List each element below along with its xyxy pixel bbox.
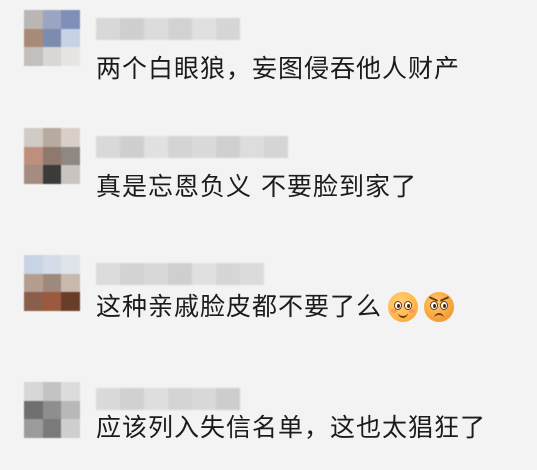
avatar-pixel bbox=[61, 255, 80, 274]
comment-text: 这种亲戚脸皮都不要了么 bbox=[96, 290, 455, 324]
username-blurred[interactable] bbox=[96, 136, 288, 158]
username-pixel bbox=[192, 136, 216, 158]
avatar-pixel bbox=[42, 146, 62, 166]
username-pixel bbox=[120, 263, 144, 285]
avatar-pixel bbox=[61, 128, 80, 147]
avatar-pixel bbox=[61, 292, 80, 311]
avatar-pixel bbox=[42, 128, 62, 147]
avatar-pixel bbox=[24, 419, 43, 438]
username-pixel bbox=[192, 263, 216, 285]
username-blurred[interactable] bbox=[96, 388, 240, 410]
pleading-face-emoji bbox=[388, 292, 419, 322]
username-pixel bbox=[168, 388, 192, 410]
angry-face-emoji bbox=[424, 292, 455, 322]
avatar-pixel bbox=[42, 419, 62, 438]
avatar[interactable] bbox=[24, 255, 80, 311]
avatar-pixel bbox=[24, 255, 43, 274]
username-pixel bbox=[120, 388, 144, 410]
username-pixel bbox=[216, 263, 240, 285]
username-pixel bbox=[96, 388, 120, 410]
username-pixel bbox=[120, 136, 144, 158]
comment-text-content: 这种亲戚脸皮都不要了么 bbox=[96, 292, 383, 321]
avatar-pixel bbox=[42, 255, 62, 274]
username-pixel bbox=[96, 136, 120, 158]
username-pixel bbox=[96, 263, 120, 285]
avatar-pixel bbox=[24, 165, 43, 184]
username-pixel bbox=[216, 136, 240, 158]
avatar-pixel bbox=[61, 400, 80, 420]
username-pixel bbox=[144, 136, 168, 158]
username-blurred[interactable] bbox=[96, 263, 264, 285]
username-pixel bbox=[240, 263, 264, 285]
avatar-pixel bbox=[42, 165, 62, 184]
avatar-pixel bbox=[42, 382, 62, 401]
avatar[interactable] bbox=[24, 382, 80, 438]
username-pixel bbox=[168, 263, 192, 285]
username-pixel bbox=[264, 136, 288, 158]
avatar-pixel bbox=[42, 400, 62, 420]
avatar-pixel bbox=[24, 292, 43, 311]
comment-text-content: 应该列入失信名单，这也太猖狂了 bbox=[96, 413, 487, 442]
avatar-pixel bbox=[61, 419, 80, 438]
avatar-pixel bbox=[61, 165, 80, 184]
avatar-pixel bbox=[61, 273, 80, 293]
username-pixel bbox=[240, 136, 264, 158]
avatar-pixel bbox=[24, 146, 43, 166]
avatar-pixel bbox=[24, 400, 43, 420]
username-pixel bbox=[216, 388, 240, 410]
comment-text-content: 真是忘恩负义 不要脸到家了 bbox=[96, 172, 417, 201]
avatar-pixel bbox=[24, 273, 43, 293]
username-pixel bbox=[192, 388, 216, 410]
comment-item: 应该列入失信名单，这也太猖狂了 bbox=[0, 0, 537, 442]
avatar-pixel bbox=[61, 382, 80, 401]
avatar-pixel bbox=[61, 146, 80, 166]
avatar-pixel bbox=[42, 273, 62, 293]
avatar-pixel bbox=[24, 382, 43, 401]
comment-text: 应该列入失信名单，这也太猖狂了 bbox=[96, 411, 486, 445]
avatar[interactable] bbox=[24, 128, 80, 184]
comment-text: 真是忘恩负义 不要脸到家了 bbox=[96, 170, 417, 204]
username-pixel bbox=[168, 136, 192, 158]
username-pixel bbox=[144, 388, 168, 410]
avatar-pixel bbox=[24, 128, 43, 147]
avatar-pixel bbox=[42, 292, 62, 311]
username-pixel bbox=[144, 263, 168, 285]
